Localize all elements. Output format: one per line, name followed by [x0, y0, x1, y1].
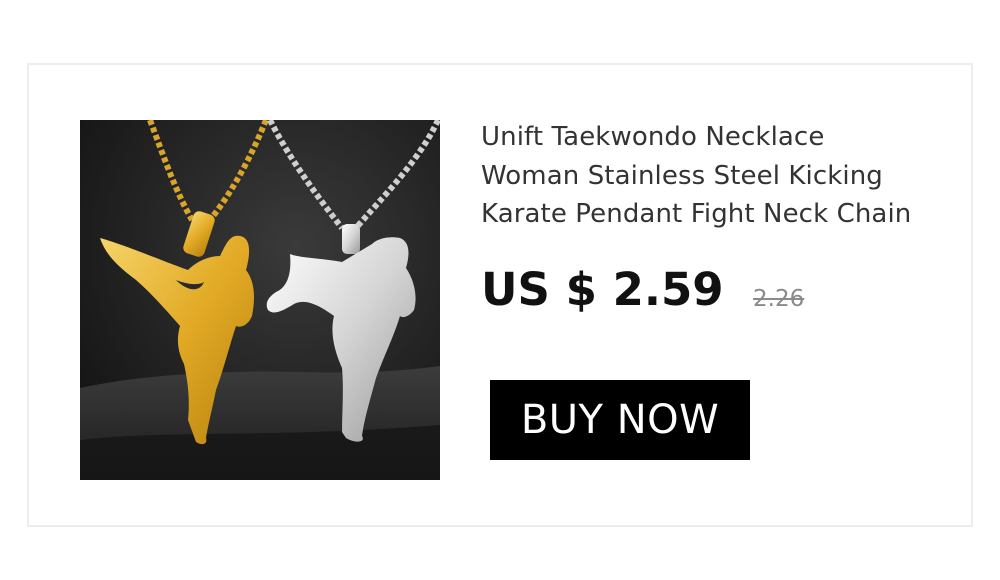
product-photo[interactable]	[80, 120, 440, 480]
necklace-illustration	[80, 120, 440, 480]
original-price: 2.26	[753, 286, 805, 312]
product-title: Unift Taekwondo Necklace Woman Stainless…	[481, 118, 961, 234]
product-title-line-2: Woman Stainless Steel Kicking	[481, 160, 883, 191]
sale-price: US $ 2.59	[481, 263, 724, 316]
product-title-line-1: Unift Taekwondo Necklace	[481, 122, 825, 152]
buy-now-button[interactable]: BUY NOW	[490, 380, 750, 460]
product-title-line-3: Karate Pendant Fight Neck Chain	[481, 199, 912, 229]
